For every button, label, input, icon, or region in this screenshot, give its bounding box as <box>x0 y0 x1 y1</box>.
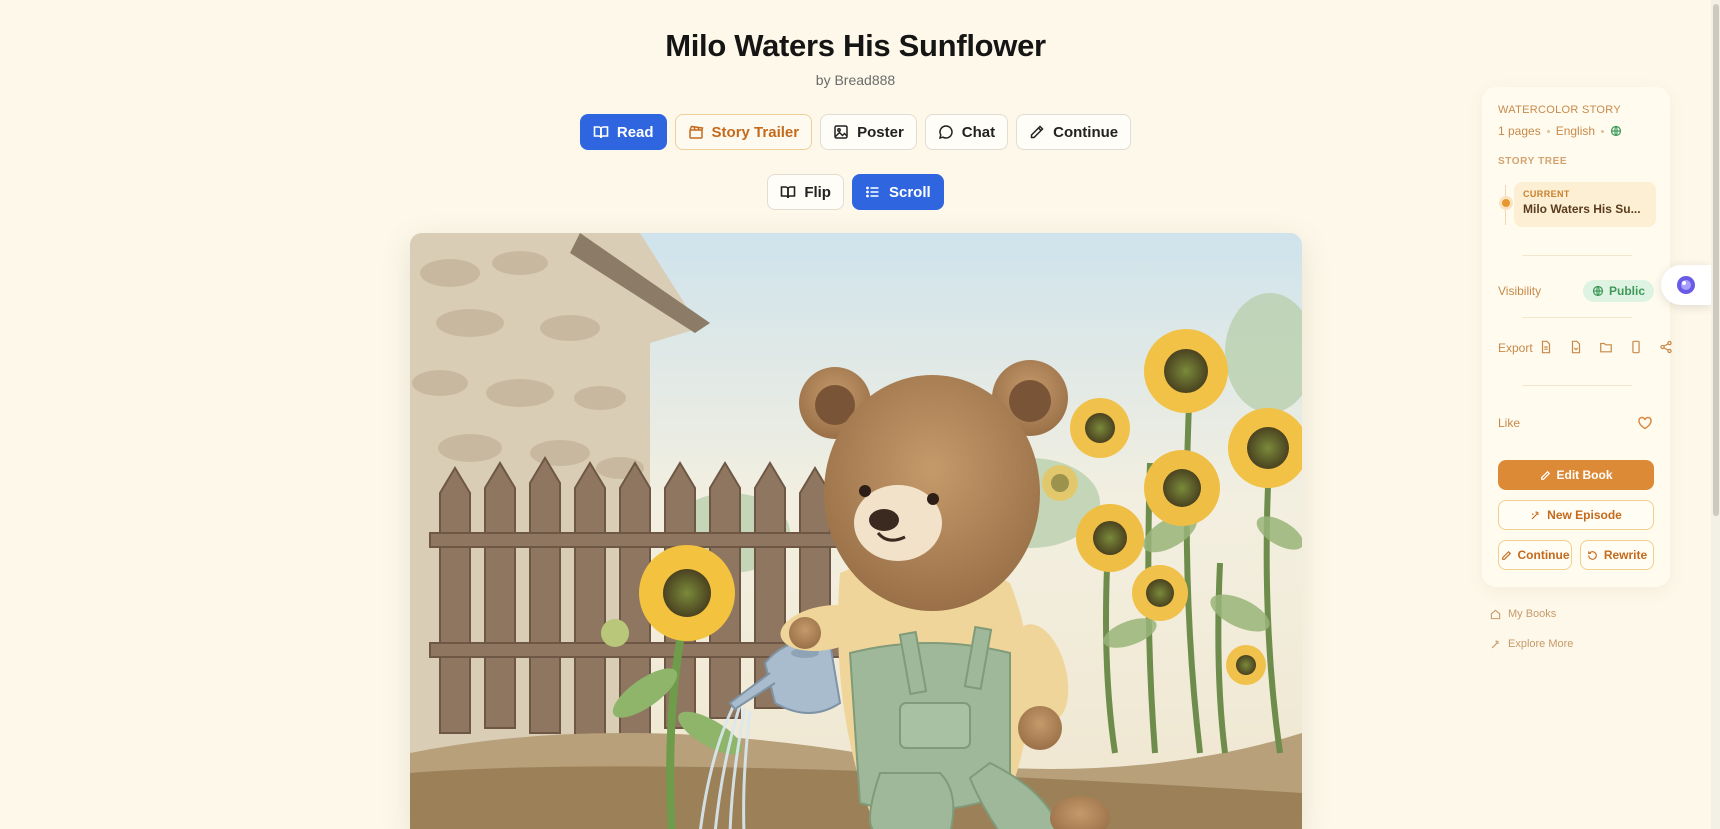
book-open-icon <box>781 186 796 199</box>
tab-story-trailer[interactable]: Story Trailer <box>674 114 813 150</box>
edit-book-button[interactable]: Edit Book <box>1498 460 1654 490</box>
view-mode-toggle: Flip Scroll <box>0 174 1711 210</box>
divider <box>1522 317 1632 318</box>
story-sidebar: WATERCOLOR STORY 1 pages English STORY T… <box>1482 87 1672 587</box>
story-illustration <box>410 233 1302 829</box>
current-title: Milo Waters His Su... <box>1523 202 1641 216</box>
story-meta: 1 pages English <box>1498 124 1622 138</box>
current-episode-card[interactable]: CURRENT Milo Waters His Su... <box>1514 182 1656 227</box>
continue-button[interactable]: Continue <box>1498 540 1572 570</box>
tab-story-trailer-label: Story Trailer <box>711 123 800 141</box>
rewrite-label: Rewrite <box>1603 548 1648 562</box>
assistant-float-button[interactable] <box>1661 265 1711 305</box>
tab-read[interactable]: Read <box>579 114 667 150</box>
page-title: Milo Waters His Sunflower <box>665 28 1046 63</box>
divider <box>1522 255 1632 256</box>
new-episode-button[interactable]: New Episode <box>1498 500 1654 530</box>
mode-scroll-label: Scroll <box>888 183 931 201</box>
book-open-icon <box>593 126 609 139</box>
action-tabs: Read Story Trailer Poster Chat Continue <box>0 114 1711 150</box>
sparkle-icon <box>1531 510 1540 519</box>
divider <box>1522 385 1632 386</box>
meta-separator <box>1546 129 1550 133</box>
assistant-orb-icon <box>1677 276 1695 294</box>
visibility-value: Public <box>1609 284 1646 298</box>
export-folder-icon[interactable] <box>1598 339 1614 355</box>
pencil-icon <box>1501 550 1511 560</box>
tab-chat-label: Chat <box>961 123 996 141</box>
meta-separator <box>1601 129 1605 133</box>
home-icon <box>1490 609 1501 619</box>
continue-label: Continue <box>1517 548 1570 562</box>
tab-poster[interactable]: Poster <box>820 114 917 150</box>
pencil-icon <box>1540 470 1550 480</box>
story-type-label: WATERCOLOR STORY <box>1498 104 1621 116</box>
tab-continue[interactable]: Continue <box>1016 114 1132 150</box>
explore-more-label: Explore More <box>1508 638 1574 650</box>
nav-explore-more[interactable]: Explore More <box>1490 638 1573 650</box>
rewrite-button[interactable]: Rewrite <box>1580 540 1654 570</box>
story-language: English <box>1555 124 1596 138</box>
list-icon <box>866 186 879 198</box>
story-tree-label: STORY TREE <box>1498 156 1568 167</box>
export-document-icon[interactable] <box>1538 339 1554 355</box>
current-label: CURRENT <box>1523 189 1570 199</box>
nav-my-books[interactable]: My Books <box>1490 608 1556 620</box>
scrollbar-thumb[interactable] <box>1713 4 1719 516</box>
edit-book-label: Edit Book <box>1556 468 1613 482</box>
image-icon <box>834 125 848 139</box>
byline: by Bread888 <box>815 72 896 88</box>
globe-icon <box>1610 125 1622 137</box>
clapperboard-icon <box>688 125 703 139</box>
tab-poster-label: Poster <box>857 123 904 141</box>
visibility-label: Visibility <box>1498 284 1542 298</box>
new-episode-label: New Episode <box>1547 508 1622 522</box>
mode-flip-label: Flip <box>804 183 831 201</box>
export-options <box>1538 339 1674 355</box>
tab-chat[interactable]: Chat <box>924 114 1009 150</box>
tab-continue-label: Continue <box>1053 123 1119 141</box>
like-label: Like <box>1498 416 1521 430</box>
sparkle-icon <box>1491 639 1499 648</box>
export-pdf-icon[interactable] <box>1568 339 1584 355</box>
heart-icon[interactable] <box>1637 415 1653 431</box>
pencil-icon <box>1030 125 1044 139</box>
refresh-icon <box>1587 550 1597 560</box>
visibility-toggle[interactable]: Public <box>1583 280 1655 302</box>
export-phone-icon[interactable] <box>1628 339 1644 355</box>
mode-flip[interactable]: Flip <box>767 174 844 210</box>
my-books-label: My Books <box>1508 608 1557 620</box>
chat-bubble-icon <box>938 125 953 140</box>
export-label: Export <box>1498 341 1533 355</box>
page-count: 1 pages <box>1498 124 1541 138</box>
mode-scroll[interactable]: Scroll <box>851 174 944 210</box>
tab-read-label: Read <box>616 123 654 141</box>
globe-icon <box>1592 285 1604 297</box>
share-icon[interactable] <box>1658 339 1674 355</box>
tree-node <box>1499 196 1513 210</box>
